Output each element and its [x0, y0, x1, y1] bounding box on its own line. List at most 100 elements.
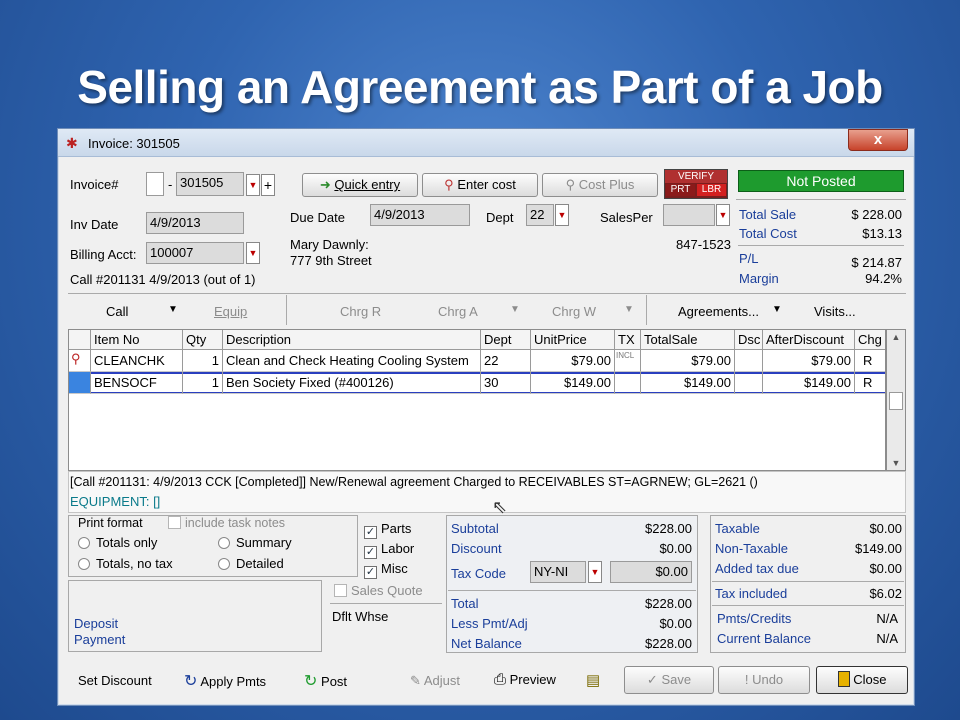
table-cell[interactable]: $79.00 — [641, 350, 735, 372]
column-header[interactable]: TX — [615, 330, 641, 350]
slide-title: Selling an Agreement as Part of a Job — [77, 61, 883, 113]
table-cell[interactable]: $79.00 — [531, 350, 615, 372]
chevron-up-icon[interactable]: ▲ — [887, 330, 905, 344]
close-button[interactable]: Close — [816, 666, 908, 694]
chevron-down-icon[interactable]: ▼ — [510, 304, 520, 315]
table-cell[interactable] — [615, 372, 641, 394]
magnifier-icon[interactable]: ⚲ — [69, 350, 91, 372]
column-header[interactable]: Item No — [91, 330, 183, 350]
billing-acct-dropdown[interactable]: ▼ — [246, 242, 260, 264]
memo-line-1: [Call #201131: 4/9/2013 CCK [Completed]]… — [70, 475, 758, 489]
table-cell[interactable]: R — [855, 350, 885, 372]
totals-only-radio[interactable]: Totals only — [78, 535, 157, 550]
summary-divider — [738, 245, 904, 246]
table-cell[interactable]: $149.00 — [641, 372, 735, 394]
tax-code-dropdown[interactable]: ▼ — [588, 561, 602, 583]
table-cell[interactable]: 30 — [481, 372, 531, 394]
tab-agreements[interactable]: Agreements... — [678, 304, 759, 319]
table-scrollbar[interactable]: ▲ ▼ — [886, 329, 906, 471]
include-task-notes-checkbox[interactable]: include task notes — [168, 516, 285, 530]
table-cell[interactable]: Ben Society Fixed (#400126) — [223, 372, 481, 394]
column-header[interactable]: TotalSale — [641, 330, 735, 350]
divider — [448, 590, 696, 591]
column-header[interactable]: Description — [223, 330, 481, 350]
enter-cost-button[interactable]: ⚲ Enter cost — [422, 173, 538, 197]
column-header[interactable]: Qty — [183, 330, 223, 350]
quick-entry-button[interactable]: ➜ Quick entry — [302, 173, 418, 197]
cost-plus-button[interactable]: ⚲ Cost Plus — [542, 173, 658, 197]
table-cell[interactable]: INCL — [615, 350, 641, 372]
call-info: Call #201131 4/9/2013 (out of 1) — [70, 272, 256, 287]
set-discount-button[interactable]: Set Discount — [78, 673, 152, 688]
table-cell[interactable]: R — [855, 372, 885, 394]
table-cell[interactable]: 1 — [183, 372, 223, 394]
tab-chrg-w[interactable]: Chrg W — [552, 304, 596, 319]
invoice-prefix-field[interactable] — [146, 172, 164, 196]
undo-button[interactable]: ! Undo — [718, 666, 810, 694]
scrollbar-thumb[interactable] — [889, 392, 903, 410]
post-button[interactable]: ↻ Post — [304, 671, 347, 691]
table-cell[interactable]: 1 — [183, 350, 223, 372]
invoice-add-button[interactable]: + — [261, 174, 275, 196]
salesper-dropdown[interactable]: ▼ — [716, 204, 730, 226]
chevron-down-icon[interactable]: ▼ — [168, 304, 178, 315]
chevron-down-icon[interactable]: ▼ — [887, 456, 905, 470]
detailed-radio[interactable]: Detailed — [218, 556, 284, 571]
column-header[interactable]: Chg — [855, 330, 885, 350]
due-date-field[interactable]: 4/9/2013 — [370, 204, 470, 226]
table-cell[interactable]: CLEANCHK — [91, 350, 183, 372]
customer-phone: 847-1523 — [676, 237, 731, 252]
totals-no-tax-radio[interactable]: Totals, no tax — [78, 556, 173, 571]
tab-chrg-a[interactable]: Chrg A — [438, 304, 478, 319]
invoice-number-field[interactable]: 301505 — [176, 172, 244, 196]
tab-call[interactable]: Call — [106, 304, 128, 319]
misc-checkbox[interactable]: ✓ Misc — [364, 561, 408, 579]
table-cell[interactable]: $79.00 — [763, 350, 855, 372]
dept-field[interactable]: 22 — [526, 204, 554, 226]
column-header[interactable]: UnitPrice — [531, 330, 615, 350]
table-cell[interactable]: Clean and Check Heating Cooling System — [223, 350, 481, 372]
apply-pmts-button[interactable]: ↻ Apply Pmts — [184, 671, 266, 691]
chevron-down-icon[interactable]: ▼ — [624, 304, 634, 315]
added-tax-value: $0.00 — [869, 561, 902, 576]
column-header[interactable]: AfterDiscount — [763, 330, 855, 350]
tab-equip[interactable]: Equip — [214, 304, 247, 319]
column-header[interactable]: Dept — [481, 330, 531, 350]
row-selector[interactable] — [69, 372, 91, 394]
pl-label: P/L — [739, 251, 759, 266]
salesper-field[interactable] — [663, 204, 715, 226]
chevron-down-icon[interactable]: ▼ — [772, 304, 782, 315]
customer-address: 777 9th Street — [290, 253, 372, 268]
pmts-credits-value: N/A — [876, 611, 898, 626]
tab-visits[interactable]: Visits... — [814, 304, 856, 319]
notepad-icon[interactable]: ▤ — [586, 671, 600, 689]
adjust-button[interactable]: ✎ Adjust — [410, 673, 460, 689]
table-cell[interactable]: 22 — [481, 350, 531, 372]
column-header[interactable]: Dsc — [735, 330, 763, 350]
tax-amount-field[interactable]: $0.00 — [610, 561, 692, 583]
summary-radio[interactable]: Summary — [218, 535, 292, 550]
window-title: Invoice: 301505 — [88, 136, 180, 151]
verify-badge[interactable]: VERIFY PRT LBR — [664, 169, 728, 199]
table-cell[interactable] — [735, 372, 763, 394]
table-cell[interactable]: $149.00 — [531, 372, 615, 394]
billing-acct-field[interactable]: 100007 — [146, 242, 244, 264]
tax-code-field[interactable]: NY-NI — [530, 561, 586, 583]
labor-checkbox[interactable]: ✓ Labor — [364, 541, 414, 559]
parts-checkbox[interactable]: ✓ Parts — [364, 521, 411, 539]
prt-badge: PRT — [666, 184, 695, 196]
invoice-lookup-dropdown[interactable]: ▼ — [246, 174, 260, 196]
inv-date-field[interactable]: 4/9/2013 — [146, 212, 244, 234]
refresh-icon: ↻ — [184, 673, 198, 690]
preview-button[interactable]: ⎙ Preview — [494, 671, 556, 688]
table-cell[interactable]: $149.00 — [763, 372, 855, 394]
tab-chrg-r[interactable]: Chrg R — [340, 304, 381, 319]
table-cell[interactable]: BENSOCF — [91, 372, 183, 394]
dept-dropdown[interactable]: ▼ — [555, 204, 569, 226]
table-cell[interactable] — [735, 350, 763, 372]
billing-acct-label: Billing Acct: — [70, 247, 137, 262]
save-button[interactable]: ✓ Save — [624, 666, 714, 694]
window-close-button[interactable]: x — [848, 129, 908, 151]
title-bar: ✱ Invoice: 301505 x — [58, 129, 914, 157]
sales-quote-checkbox[interactable]: Sales Quote — [334, 583, 423, 598]
